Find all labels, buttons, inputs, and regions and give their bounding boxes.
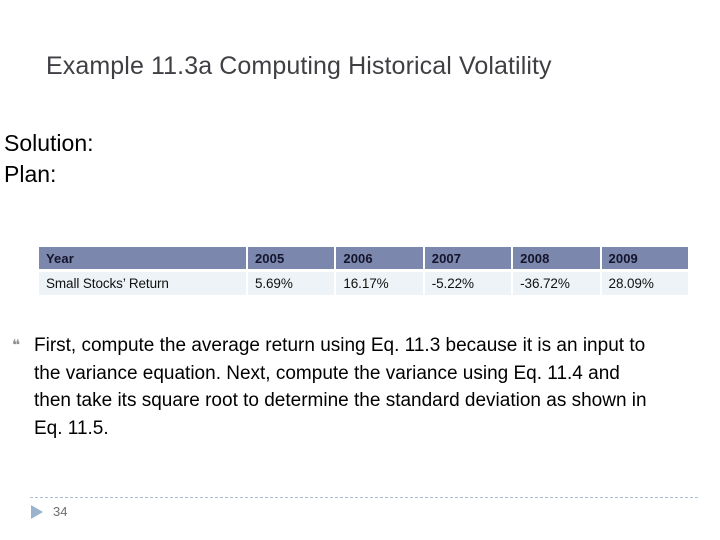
table-header-cell: 2005 <box>247 247 335 269</box>
solution-heading: Solution: <box>4 130 94 156</box>
table-header-row: Year 2005 2006 2007 2008 2009 <box>39 247 688 269</box>
bullet-list-item: ❝ First, compute the average return usin… <box>10 332 700 442</box>
table-row: Small Stocks’ Return 5.69% 16.17% -5.22%… <box>39 272 688 295</box>
solution-plan-block: Solution: Plan: <box>4 128 404 190</box>
table-cell-value: 28.09% <box>601 272 688 295</box>
table-row-label: Small Stocks’ Return <box>39 272 246 295</box>
table-header-cell: 2006 <box>336 247 423 269</box>
table-cell-value: -5.22% <box>424 272 512 295</box>
table-header-cell: Year <box>39 247 246 269</box>
footer-divider <box>30 497 698 498</box>
quote-bullet-icon: ❝ <box>12 336 21 354</box>
table-cell-value: -36.72% <box>513 272 600 295</box>
table-header-cell: 2009 <box>601 247 688 269</box>
table-cell-value: 16.17% <box>336 272 423 295</box>
page-number: 34 <box>53 504 68 519</box>
plan-heading: Plan: <box>4 161 57 187</box>
play-triangle-icon <box>31 505 43 519</box>
table-header-cell: 2007 <box>424 247 512 269</box>
table-cell-value: 5.69% <box>247 272 335 295</box>
table-header-cell: 2008 <box>513 247 600 269</box>
page-title: Example 11.3a Computing Historical Volat… <box>46 52 552 80</box>
bullet-paragraph-text: First, compute the average return using … <box>34 335 647 439</box>
returns-table: Year 2005 2006 2007 2008 2009 Small Stoc… <box>37 244 690 298</box>
